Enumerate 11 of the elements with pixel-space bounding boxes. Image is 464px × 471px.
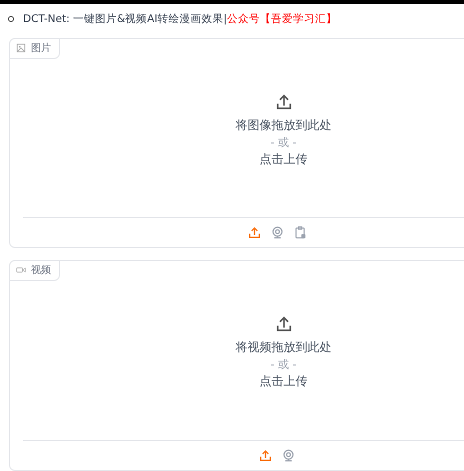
or-text: - 或 - [270,357,296,373]
label-text: 图片 [31,42,51,55]
label-text: 视频 [31,264,51,277]
or-text: - 或 - [270,135,296,151]
separator: | [223,13,227,25]
drop-text[interactable]: 将图像拖放到此处 [236,117,332,134]
drop-text[interactable]: 将视频拖放到此处 [236,339,332,356]
click-upload-text[interactable]: 点击上传 [260,151,308,168]
heading-title: DCT-Net: 一键图片&视频AI转绘漫画效果 [23,12,224,26]
click-upload-text[interactable]: 点击上传 [260,373,308,390]
account-name: 公众号【吾爱学习汇】 [226,12,337,26]
